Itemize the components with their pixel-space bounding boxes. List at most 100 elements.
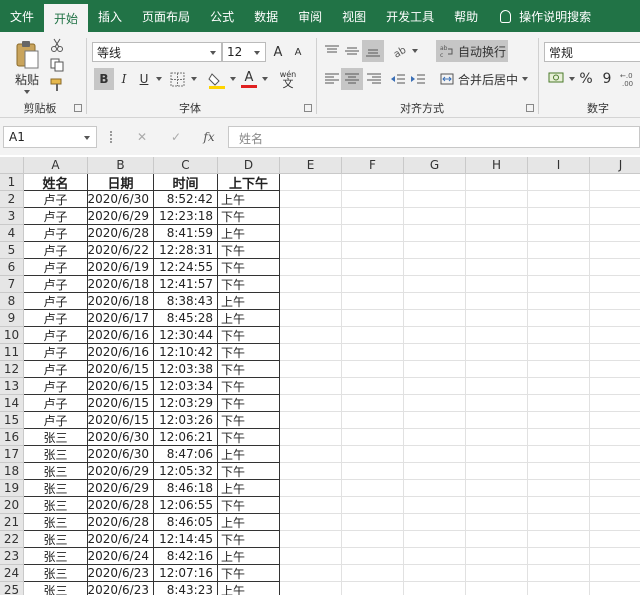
table-cell[interactable] <box>528 480 590 497</box>
table-cell[interactable] <box>466 344 528 361</box>
table-cell[interactable] <box>404 429 466 446</box>
table-cell[interactable] <box>342 446 404 463</box>
table-cell[interactable]: 12:07:16 <box>154 565 218 582</box>
table-cell[interactable]: 2020/6/28 <box>88 225 154 242</box>
table-cell[interactable]: 张三 <box>24 582 88 595</box>
table-cell[interactable] <box>404 497 466 514</box>
tab-5[interactable]: 数据 <box>244 0 288 32</box>
table-cell[interactable] <box>590 446 640 463</box>
table-cell[interactable] <box>466 514 528 531</box>
table-cell[interactable] <box>280 463 342 480</box>
table-cell[interactable] <box>466 191 528 208</box>
table-cell[interactable] <box>342 463 404 480</box>
table-cell[interactable] <box>404 174 466 191</box>
table-cell[interactable]: 卢子 <box>24 395 88 412</box>
table-cell[interactable] <box>528 310 590 327</box>
border-dropdown-icon[interactable] <box>191 77 197 81</box>
table-cell[interactable]: 12:03:34 <box>154 378 218 395</box>
table-cell[interactable] <box>590 293 640 310</box>
tell-me-search[interactable]: 操作说明搜索 <box>488 0 601 32</box>
align-right-icon[interactable] <box>366 72 382 86</box>
table-cell[interactable]: 下午 <box>218 463 280 480</box>
table-cell[interactable] <box>280 259 342 276</box>
table-cell[interactable] <box>466 174 528 191</box>
table-cell[interactable]: 下午 <box>218 497 280 514</box>
table-cell[interactable]: 2020/6/24 <box>88 548 154 565</box>
table-cell[interactable] <box>280 225 342 242</box>
row-header[interactable]: 13 <box>0 378 24 395</box>
table-cell[interactable]: 2020/6/29 <box>88 463 154 480</box>
accounting-icon[interactable] <box>548 70 566 86</box>
table-cell[interactable] <box>280 531 342 548</box>
table-cell[interactable] <box>342 514 404 531</box>
table-cell[interactable] <box>342 191 404 208</box>
table-cell[interactable] <box>528 582 590 595</box>
row-header[interactable]: 11 <box>0 344 24 361</box>
table-cell[interactable]: 下午 <box>218 276 280 293</box>
table-cell[interactable]: 12:23:18 <box>154 208 218 225</box>
table-cell[interactable] <box>404 327 466 344</box>
row-header[interactable]: 12 <box>0 361 24 378</box>
table-cell[interactable]: 下午 <box>218 242 280 259</box>
border-icon[interactable] <box>170 72 186 88</box>
table-cell[interactable] <box>466 446 528 463</box>
table-cell[interactable]: 上午 <box>218 310 280 327</box>
align-top-icon[interactable] <box>324 44 340 58</box>
table-cell[interactable] <box>466 208 528 225</box>
column-header[interactable]: G <box>404 157 466 174</box>
table-cell[interactable]: 8:42:16 <box>154 548 218 565</box>
table-cell[interactable] <box>342 582 404 595</box>
table-cell[interactable] <box>342 361 404 378</box>
header-cell[interactable]: 姓名 <box>24 174 88 191</box>
format-painter-icon[interactable] <box>50 78 64 92</box>
table-cell[interactable] <box>342 395 404 412</box>
align-center-button[interactable] <box>341 68 363 90</box>
table-cell[interactable] <box>528 446 590 463</box>
tab-0[interactable]: 文件 <box>0 0 44 32</box>
wrap-text-button[interactable]: ab c 自动换行 <box>436 40 508 62</box>
table-cell[interactable] <box>404 225 466 242</box>
table-cell[interactable] <box>590 378 640 395</box>
table-cell[interactable]: 2020/6/30 <box>88 429 154 446</box>
table-cell[interactable] <box>528 412 590 429</box>
decrease-indent-icon[interactable] <box>390 72 406 86</box>
table-cell[interactable] <box>466 242 528 259</box>
font-color-button[interactable]: A <box>240 68 258 90</box>
table-cell[interactable] <box>590 429 640 446</box>
table-cell[interactable]: 8:38:43 <box>154 293 218 310</box>
table-cell[interactable] <box>342 327 404 344</box>
table-cell[interactable]: 下午 <box>218 327 280 344</box>
table-cell[interactable] <box>466 531 528 548</box>
table-cell[interactable]: 2020/6/24 <box>88 531 154 548</box>
table-cell[interactable]: 下午 <box>218 208 280 225</box>
table-cell[interactable] <box>528 531 590 548</box>
table-cell[interactable]: 8:41:59 <box>154 225 218 242</box>
table-cell[interactable] <box>404 514 466 531</box>
table-cell[interactable]: 卢子 <box>24 310 88 327</box>
table-cell[interactable] <box>590 310 640 327</box>
table-cell[interactable] <box>590 497 640 514</box>
table-cell[interactable] <box>528 497 590 514</box>
tab-1[interactable]: 开始 <box>44 4 89 32</box>
cut-icon[interactable] <box>50 38 64 52</box>
table-cell[interactable] <box>466 327 528 344</box>
table-cell[interactable] <box>404 412 466 429</box>
chevron-down-icon[interactable] <box>84 136 90 140</box>
column-header[interactable]: B <box>88 157 154 174</box>
table-cell[interactable] <box>342 259 404 276</box>
table-cell[interactable]: 卢子 <box>24 242 88 259</box>
tab-9[interactable]: 帮助 <box>444 0 488 32</box>
table-cell[interactable] <box>590 361 640 378</box>
table-cell[interactable] <box>404 276 466 293</box>
table-cell[interactable]: 12:14:45 <box>154 531 218 548</box>
table-cell[interactable] <box>342 293 404 310</box>
table-cell[interactable]: 2020/6/23 <box>88 565 154 582</box>
insert-function-button[interactable]: fx <box>198 126 220 148</box>
table-cell[interactable]: 2020/6/29 <box>88 480 154 497</box>
table-cell[interactable] <box>342 242 404 259</box>
table-cell[interactable]: 2020/6/15 <box>88 378 154 395</box>
table-cell[interactable]: 下午 <box>218 565 280 582</box>
align-left-icon[interactable] <box>324 72 340 86</box>
table-cell[interactable] <box>590 582 640 595</box>
table-cell[interactable]: 2020/6/18 <box>88 293 154 310</box>
